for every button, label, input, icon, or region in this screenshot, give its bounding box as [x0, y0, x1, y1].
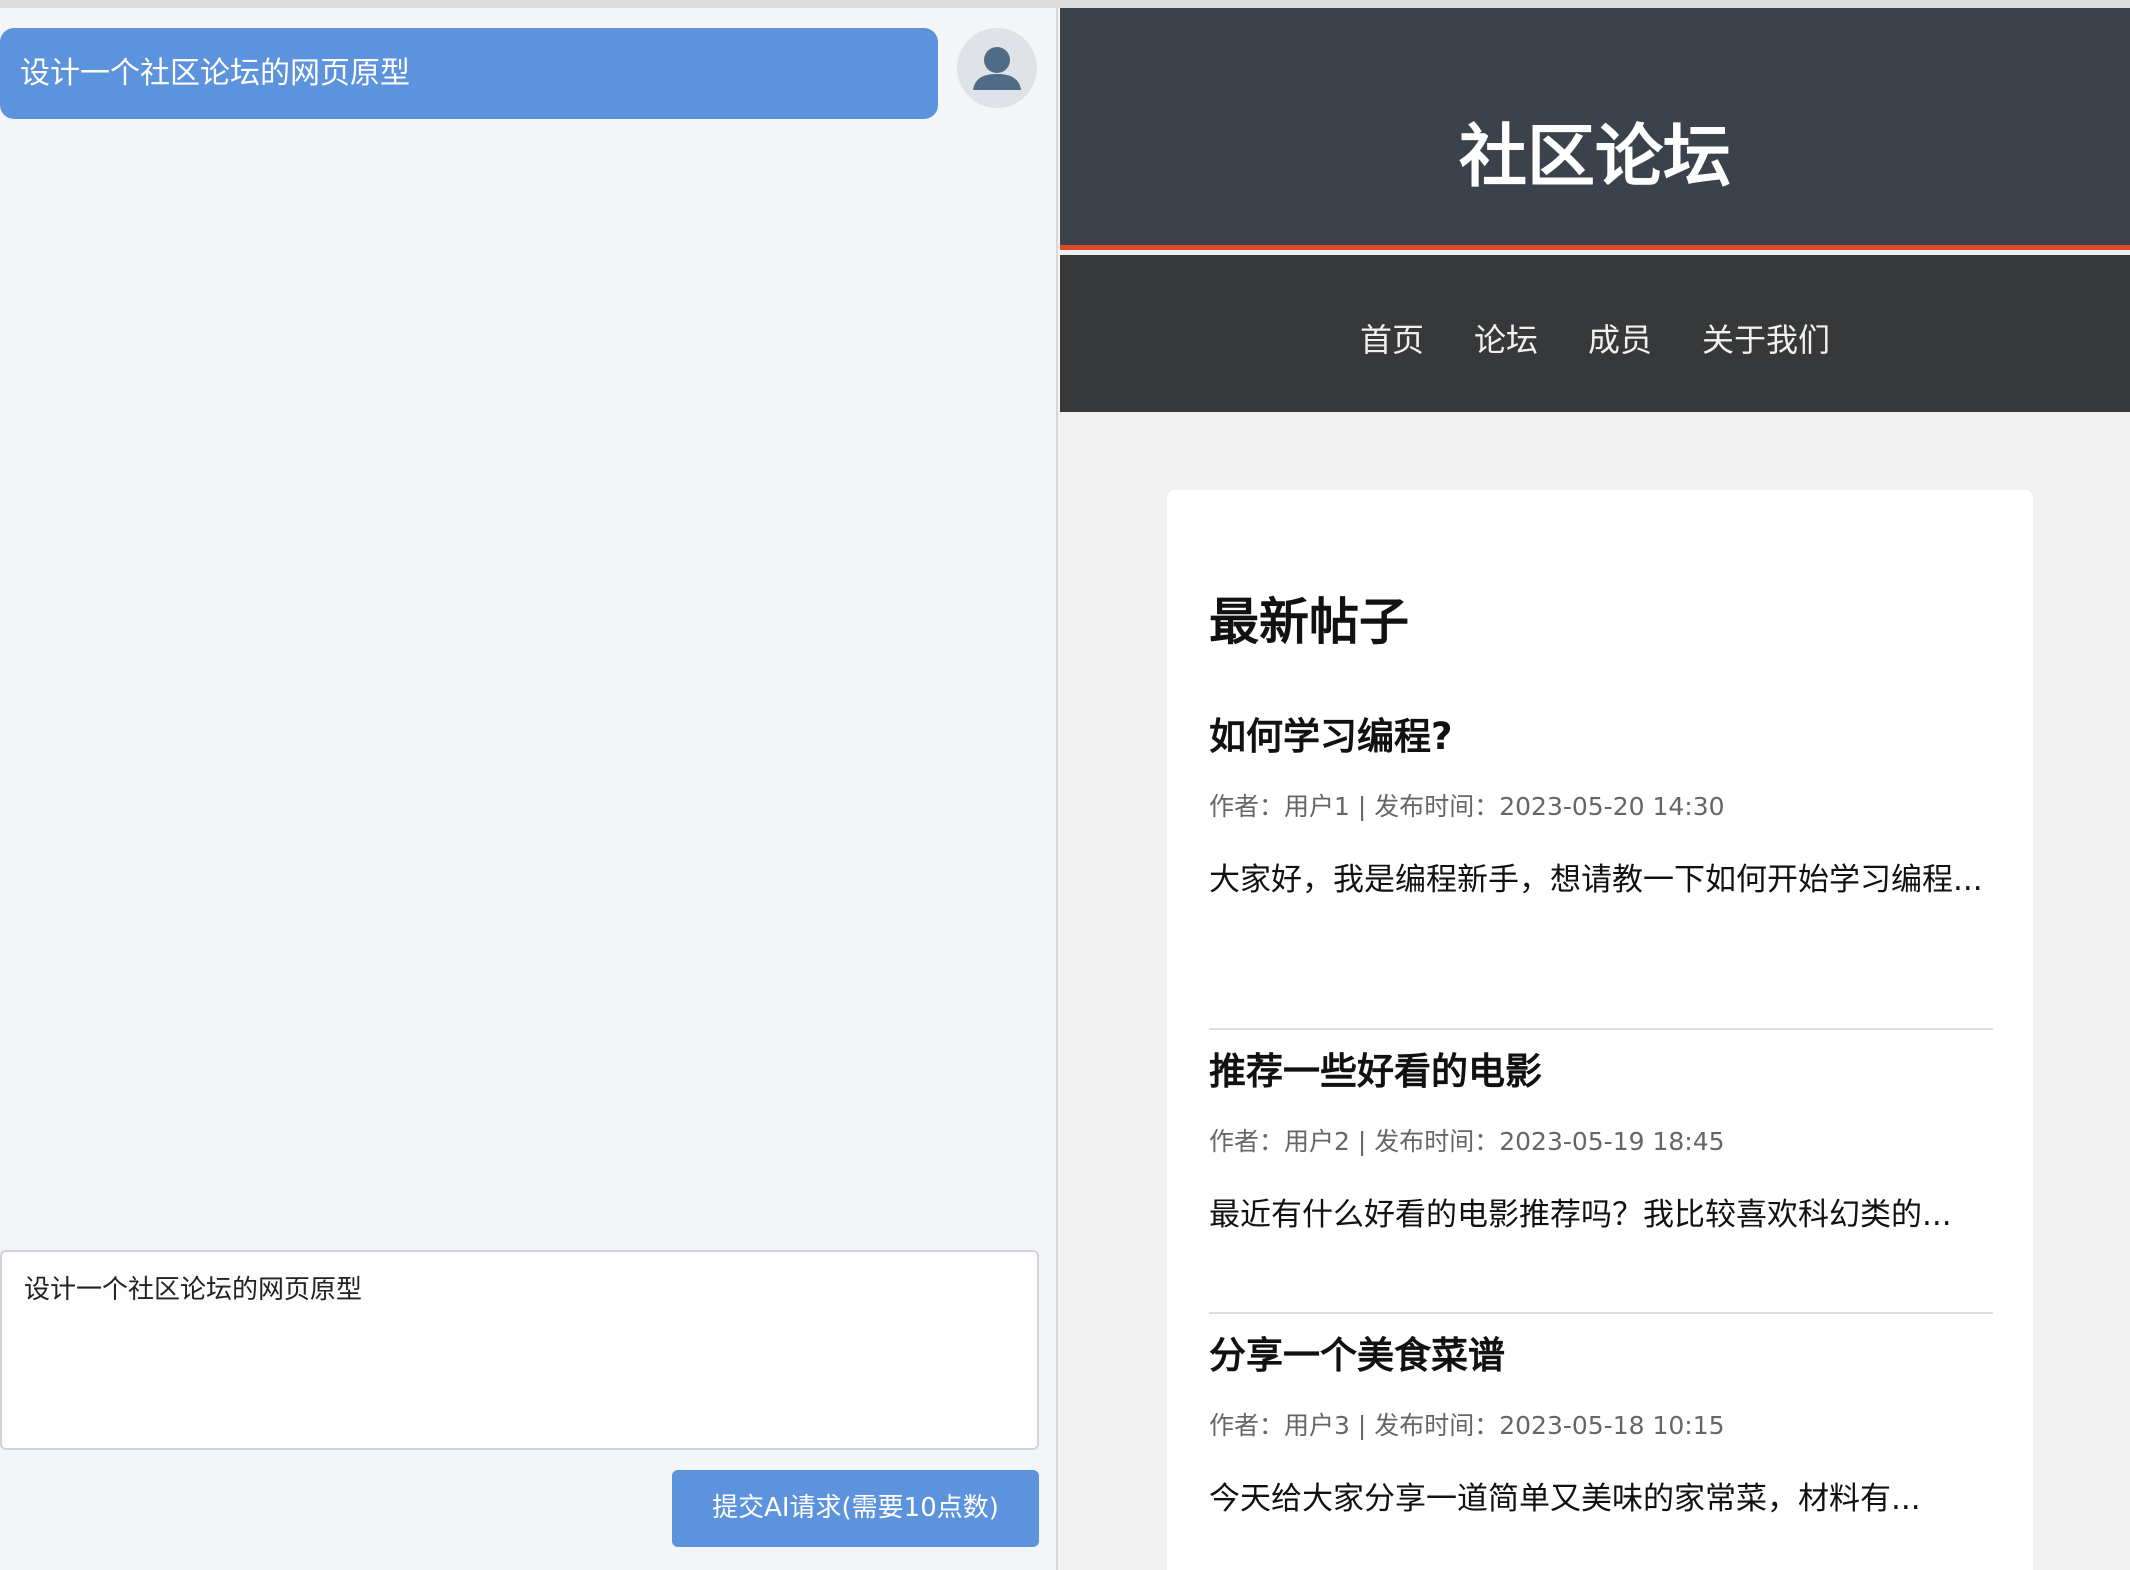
post-item[interactable]: 推荐一些好看的电影 作者：用户2 | 发布时间：2023-05-19 18:45… [1209, 1047, 1993, 1241]
prompt-input[interactable]: 设计一个社区论坛的网页原型 [0, 1250, 1039, 1450]
site-header: 社区论坛 [1060, 8, 2130, 250]
nav-item-members[interactable]: 成员 [1588, 315, 1652, 361]
site-title: 社区论坛 [1458, 118, 1731, 197]
app-root: 设计一个社区论坛的网页原型 设计一个社区论坛的网页原型 提交AI请求(需要10点… [0, 0, 2130, 1570]
forum-preview: 社区论坛 首页 论坛 成员 关于我们 最新帖子 如何学习编程? 作者：用户1 |… [1060, 8, 2130, 1570]
submit-ai-request-button[interactable]: 提交AI请求(需要10点数) [672, 1470, 1039, 1547]
post-excerpt: 最近有什么好看的电影推荐吗？我比较喜欢科幻类的... [1209, 1197, 1952, 1233]
post-excerpt: 大家好，我是编程新手，想请教一下如何开始学习编程... [1209, 862, 1983, 898]
post-divider [1209, 1028, 1993, 1030]
post-meta: 作者：用户2 | 发布时间：2023-05-19 18:45 [1209, 1127, 1725, 1156]
post-title[interactable]: 推荐一些好看的电影 [1209, 1047, 1993, 1097]
post-meta: 作者：用户1 | 发布时间：2023-05-20 14:30 [1209, 792, 1725, 821]
nav-item-about[interactable]: 关于我们 [1702, 315, 1830, 361]
nav-item-forum[interactable]: 论坛 [1474, 315, 1538, 361]
post-title[interactable]: 如何学习编程? [1209, 712, 1993, 762]
post-meta: 作者：用户3 | 发布时间：2023-05-18 10:15 [1209, 1411, 1725, 1440]
post-divider [1209, 1312, 1993, 1314]
site-nav: 首页 论坛 成员 关于我们 [1060, 255, 2130, 412]
section-title: 最新帖子 [1209, 593, 1409, 651]
post-item[interactable]: 如何学习编程? 作者：用户1 | 发布时间：2023-05-20 14:30 大… [1209, 712, 1993, 906]
user-message-bubble: 设计一个社区论坛的网页原型 [0, 28, 938, 119]
chat-panel: 设计一个社区论坛的网页原型 设计一个社区论坛的网页原型 提交AI请求(需要10点… [0, 8, 1058, 1570]
nav-item-home[interactable]: 首页 [1360, 315, 1424, 361]
post-title[interactable]: 分享一个美食菜谱 [1209, 1331, 1993, 1381]
window-top-border [0, 0, 2130, 8]
post-item[interactable]: 分享一个美食菜谱 作者：用户3 | 发布时间：2023-05-18 10:15 … [1209, 1331, 1993, 1525]
post-excerpt: 今天给大家分享一道简单又美味的家常菜，材料有... [1209, 1481, 1921, 1517]
latest-posts-card: 最新帖子 如何学习编程? 作者：用户1 | 发布时间：2023-05-20 14… [1167, 490, 2033, 1570]
user-avatar-icon [957, 28, 1037, 108]
